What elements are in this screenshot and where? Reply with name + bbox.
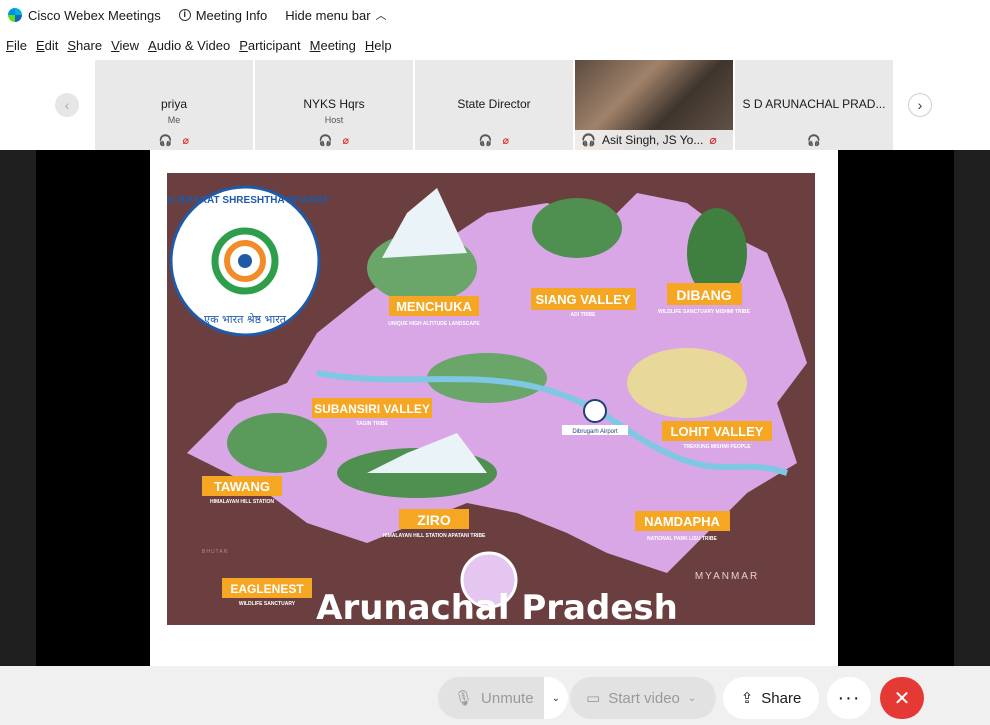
place-tawang: TAWANG [214,479,270,494]
hide-menu-bar-label: Hide menu bar [285,7,371,23]
participant-name: Asit Singh, JS Yo... [601,133,704,147]
share-button[interactable]: ⇪ Share [723,677,819,719]
svg-text:TAGIN TRIBE: TAGIN TRIBE [356,421,388,427]
webex-logo-icon [8,8,22,22]
headset-icon: 🎧 [318,135,333,147]
headset-icon: 🎧 [581,133,596,147]
participant-role: Me [167,115,181,125]
strip-next-button[interactable]: › [908,93,932,117]
hide-menu-bar-button[interactable]: Hide menu bar ︿ [285,7,386,23]
video-off-icon: ▭ [586,690,601,707]
leave-meeting-button[interactable]: ✕ [880,677,924,719]
unmute-button[interactable]: 🎙 Unmute ⌄ [438,677,568,719]
participant-tile-state-director[interactable]: State Director 🎧 ⌀ [415,60,573,150]
place-lohit-valley: LOHIT VALLEY [671,424,764,439]
close-icon: ✕ [893,687,911,710]
call-in-icon: 🎧 [807,135,821,147]
participant-strip: ‹ priya Me 🎧 ⌀ NYKS Hqrs Host 🎧 ⌀ State … [0,60,990,150]
start-video-label: Start video [608,689,680,707]
menu-view[interactable]: View [111,38,139,53]
svg-text:UNIQUE HIGH ALTITUDE LANDSCAPE: UNIQUE HIGH ALTITUDE LANDSCAPE [388,321,480,327]
app-title: Cisco Webex Meetings [28,7,161,23]
participant-tile-asit-singh[interactable]: 🎧 Asit Singh, JS Yo... ⌀ [575,60,733,150]
chevron-up-icon: ︿ [375,10,387,22]
menu-participant[interactable]: Participant [239,38,300,53]
menu-audio-video[interactable]: Audio & Video [148,38,230,53]
strip-prev-button[interactable]: ‹ [55,93,79,117]
video-options-dropdown[interactable]: ⌄ [680,693,704,704]
menu-bar: File Edit Share View Audio & Video Parti… [0,34,395,56]
participant-name: State Director [457,97,531,111]
place-ziro: ZIRO [417,512,451,528]
menu-help[interactable]: Help [365,38,392,53]
meeting-info-button[interactable]: i Meeting Info [178,7,268,23]
unmute-label: Unmute [481,689,534,707]
chevron-right-icon: › [917,97,923,113]
neighbor-label-2: BHUTAN [202,549,228,555]
neighbor-label: MYANMAR [695,571,759,582]
slide-title: Arunachal Pradesh [316,588,678,625]
participant-role: Host [324,115,344,125]
place-siang-valley: SIANG VALLEY [535,292,630,307]
airport-icon [583,399,607,423]
participant-tile-priya[interactable]: priya Me 🎧 ⌀ [95,60,253,150]
participant-tile-nyks[interactable]: NYKS Hqrs Host 🎧 ⌀ [255,60,413,150]
headset-icon: 🎧 [158,135,173,147]
menu-meeting[interactable]: Meeting [310,38,356,53]
place-subansiri-valley: SUBANSIRI VALLEY [314,402,430,416]
menu-file[interactable]: File [6,38,27,53]
svg-text:HIMALAYAN HILL STATION APATANI: HIMALAYAN HILL STATION APATANI TRIBE [383,533,486,539]
title-bar: Cisco Webex Meetings i Meeting Info Hide… [0,0,990,30]
shared-content-stage: EK BHARAT SHRESHTHA BHARAT एक भारत श्रेष… [0,150,990,666]
meeting-controls: 🎙 Unmute ⌄ ▭ Start video ⌄ ⇪ Share ··· ✕ [0,666,990,725]
start-video-button[interactable]: ▭ Start video ⌄ [570,677,716,719]
logo-hindi-text: एक भारत श्रेष्ठ भारत [204,313,287,326]
info-icon: i [178,9,191,21]
participant-name: NYKS Hqrs [303,97,365,111]
place-namdapha: NAMDAPHA [644,514,720,529]
headset-icon: 🎧 [478,135,493,147]
svg-text:WILDLIFE SANCTUARY MISHMI TRIB: WILDLIFE SANCTUARY MISHMI TRIBE [658,309,751,315]
svg-text:TREKKING MISHMI PEOPLE: TREKKING MISHMI PEOPLE [683,444,751,450]
chevron-left-icon: ‹ [64,97,70,113]
svg-text:ADI TRIBE: ADI TRIBE [571,312,597,318]
shared-slide: EK BHARAT SHRESHTHA BHARAT एक भारत श्रेष… [150,150,838,666]
participant-name: priya [160,97,187,111]
arunachal-map-illustration: EK BHARAT SHRESHTHA BHARAT एक भारत श्रेष… [167,173,815,625]
more-options-button[interactable]: ··· [827,677,871,719]
menu-share[interactable]: Share [67,38,102,53]
mic-muted-icon: ⌀ [709,133,717,147]
more-icon: ··· [837,686,861,709]
mic-muted-icon: ⌀ [502,135,510,147]
place-dibang: DIBANG [676,287,731,303]
place-eaglenest: EAGLENEST [230,582,304,596]
audio-options-dropdown[interactable]: ⌄ [543,677,568,719]
share-label: Share [761,689,802,707]
svg-text:NATIONAL PARK LISU TRIBE: NATIONAL PARK LISU TRIBE [647,536,717,542]
meeting-info-label: Meeting Info [195,7,268,23]
participant-tile-sd-arunachal[interactable]: S D ARUNACHAL PRAD... 🎧 [735,60,893,150]
mic-muted-icon: ⌀ [182,135,190,147]
svg-text:WILDLIFE SANCTUARY: WILDLIFE SANCTUARY [239,601,296,607]
participant-name: S D ARUNACHAL PRAD... [742,97,886,111]
logo-text: EK BHARAT SHRESHTHA BHARAT [167,195,329,206]
share-icon: ⇪ [740,690,754,707]
svg-text:HIMALAYAN HILL STATION: HIMALAYAN HILL STATION [210,499,274,505]
place-menchuka: MENCHUKA [396,299,472,314]
menu-edit[interactable]: Edit [36,38,58,53]
airport-label: Dibrugarh Airport [572,429,618,435]
mic-muted-icon: ⌀ [342,135,350,147]
mic-off-icon: 🎙 [454,690,474,707]
